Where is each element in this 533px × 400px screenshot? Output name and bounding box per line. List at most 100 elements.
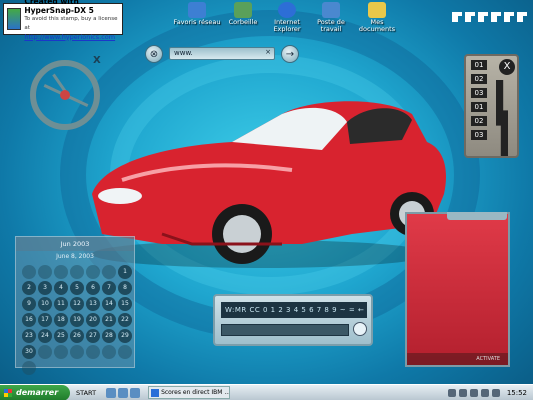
desktop-icon-my-computer[interactable]: Poste de travail xyxy=(306,2,356,33)
desktop-icon-recycle-bin[interactable]: Corbeille xyxy=(218,2,268,26)
calendar-month: Jun 2003 xyxy=(16,237,134,251)
calendar-day xyxy=(86,345,100,359)
hypersnap-logo-icon xyxy=(7,8,22,30)
calendar-day xyxy=(54,345,68,359)
calendar-day[interactable]: 29 xyxy=(118,329,132,343)
watermark-link[interactable]: http://www.hyperionics.com xyxy=(24,33,122,42)
calendar-day[interactable]: 20 xyxy=(86,313,100,327)
calendar-date: June 8, 2003 xyxy=(56,253,94,260)
calendar-grid: 1 2 3 4 5 6 7 8 9 10 11 12 13 14 15 16 17 18 19 20 21 22 23 24 2… xyxy=(16,262,134,378)
gear-slot-icon xyxy=(496,80,508,156)
calendar-day xyxy=(22,361,36,375)
calendar-day[interactable]: 17 xyxy=(38,313,52,327)
calendar-day xyxy=(118,345,132,359)
tray-icon[interactable] xyxy=(447,388,456,397)
red-panel-widget: ACTIVATE xyxy=(405,212,510,367)
tray-icon[interactable] xyxy=(458,388,467,397)
calendar-day[interactable]: 5 xyxy=(70,281,84,295)
red-panel-footer[interactable]: ACTIVATE xyxy=(407,353,508,365)
start-button[interactable]: demarrer xyxy=(0,384,70,400)
gear-label[interactable]: 01 xyxy=(471,102,487,112)
calendar-day xyxy=(86,265,100,279)
steering-close-button[interactable]: X xyxy=(93,55,101,66)
watermark-title: Created with HyperSnap-DX 5 xyxy=(24,0,94,15)
steering-hub-icon xyxy=(60,90,70,100)
calendar-day[interactable]: 1 xyxy=(118,265,132,279)
calendar-day[interactable]: 6 xyxy=(86,281,100,295)
recycle-bin-icon xyxy=(234,2,252,18)
calendar-day[interactable]: 28 xyxy=(102,329,116,343)
calendar-day[interactable]: 18 xyxy=(54,313,68,327)
control-icon-1[interactable] xyxy=(452,12,462,22)
calendar-day xyxy=(38,265,52,279)
url-input[interactable]: www. × xyxy=(169,47,275,60)
gear-label[interactable]: 01 xyxy=(471,60,487,70)
calendar-day[interactable]: 30 xyxy=(22,345,36,359)
calendar-day[interactable]: 4 xyxy=(54,281,68,295)
keyboard-input[interactable] xyxy=(221,324,349,336)
calendar-day[interactable]: 8 xyxy=(118,281,132,295)
tray-icon[interactable] xyxy=(480,388,489,397)
desktop-icon-network-places[interactable]: Favoris réseau xyxy=(172,2,222,26)
desktop-icon-internet-explorer[interactable]: Internet Explorer xyxy=(262,2,312,33)
control-icon-6[interactable] xyxy=(517,12,527,22)
url-close-button[interactable]: ⊗ xyxy=(145,45,163,63)
gear-label[interactable]: 02 xyxy=(471,74,487,84)
calendar-day xyxy=(70,265,84,279)
calendar-day[interactable]: 23 xyxy=(22,329,36,343)
system-tray: 15:52 xyxy=(447,388,533,397)
calendar-day[interactable]: 21 xyxy=(102,313,116,327)
calendar-day[interactable]: 19 xyxy=(70,313,84,327)
calendar-day xyxy=(54,265,68,279)
calendar-day xyxy=(22,265,36,279)
calendar-day[interactable]: 14 xyxy=(102,297,116,311)
control-icon-2[interactable] xyxy=(465,12,475,22)
tray-icon[interactable] xyxy=(491,388,500,397)
network-places-icon xyxy=(188,2,206,18)
calendar-day[interactable]: 9 xyxy=(22,297,36,311)
desktop-icon-my-documents[interactable]: Mes documents xyxy=(352,2,402,33)
gear-label[interactable]: 02 xyxy=(471,116,487,126)
calendar-widget: Jun 2003 June 8, 2003 1 2 3 4 5 6 7 8 9 10 11 12 13 1… xyxy=(15,236,135,375)
calendar-day[interactable]: 3 xyxy=(38,281,52,295)
calendar-day[interactable]: 15 xyxy=(118,297,132,311)
control-icon-3[interactable] xyxy=(478,12,488,22)
control-icon-5[interactable] xyxy=(504,12,514,22)
gear-label[interactable]: 03 xyxy=(471,130,487,140)
calendar-day[interactable]: 26 xyxy=(70,329,84,343)
calendar-day[interactable]: 12 xyxy=(70,297,84,311)
arrow-right-icon: → xyxy=(285,48,295,60)
gear-knob-close-button[interactable]: X xyxy=(499,59,515,75)
keyboard-widget[interactable]: W:MR CC 0 1 2 3 4 5 6 7 8 9 ~ = ← + xyxy=(213,294,373,346)
calendar-day[interactable]: 10 xyxy=(38,297,52,311)
clock: 15:52 xyxy=(506,388,527,397)
url-go-button[interactable]: → xyxy=(281,45,299,63)
calendar-day[interactable]: 24 xyxy=(38,329,52,343)
quick-launch-icon[interactable] xyxy=(130,387,141,398)
calendar-day[interactable]: 2 xyxy=(22,281,36,295)
gear-label[interactable]: 03 xyxy=(471,88,487,98)
clear-icon[interactable]: × xyxy=(265,48,271,56)
tray-icon[interactable] xyxy=(469,388,478,397)
control-icon-4[interactable] xyxy=(491,12,501,22)
start-text: START xyxy=(76,388,97,397)
calendar-day[interactable]: 16 xyxy=(22,313,36,327)
quick-launch-icon[interactable] xyxy=(118,387,129,398)
calendar-day[interactable]: 27 xyxy=(86,329,100,343)
internet-explorer-icon xyxy=(278,2,296,18)
calendar-day[interactable]: 22 xyxy=(118,313,132,327)
taskbar-item-scores[interactable]: Scores en direct IBM ... xyxy=(148,386,231,399)
my-documents-icon xyxy=(368,2,386,18)
my-computer-icon xyxy=(322,2,340,18)
quick-launch-icon[interactable] xyxy=(106,387,117,398)
keyboard-display[interactable]: W:MR CC 0 1 2 3 4 5 6 7 8 9 ~ = ← + xyxy=(221,302,367,318)
calendar-day[interactable]: 7 xyxy=(102,281,116,295)
calendar-day xyxy=(102,345,116,359)
keyboard-enter-button[interactable] xyxy=(353,322,367,336)
gear-shifter-widget[interactable]: 01 02 03 01 02 03 X xyxy=(464,54,519,158)
red-panel-tab[interactable] xyxy=(447,212,507,220)
calendar-day[interactable]: 13 xyxy=(86,297,100,311)
calendar-day[interactable]: 11 xyxy=(54,297,68,311)
watermark-note: To avoid this stamp, buy a license at xyxy=(24,15,118,31)
calendar-day[interactable]: 25 xyxy=(54,329,68,343)
